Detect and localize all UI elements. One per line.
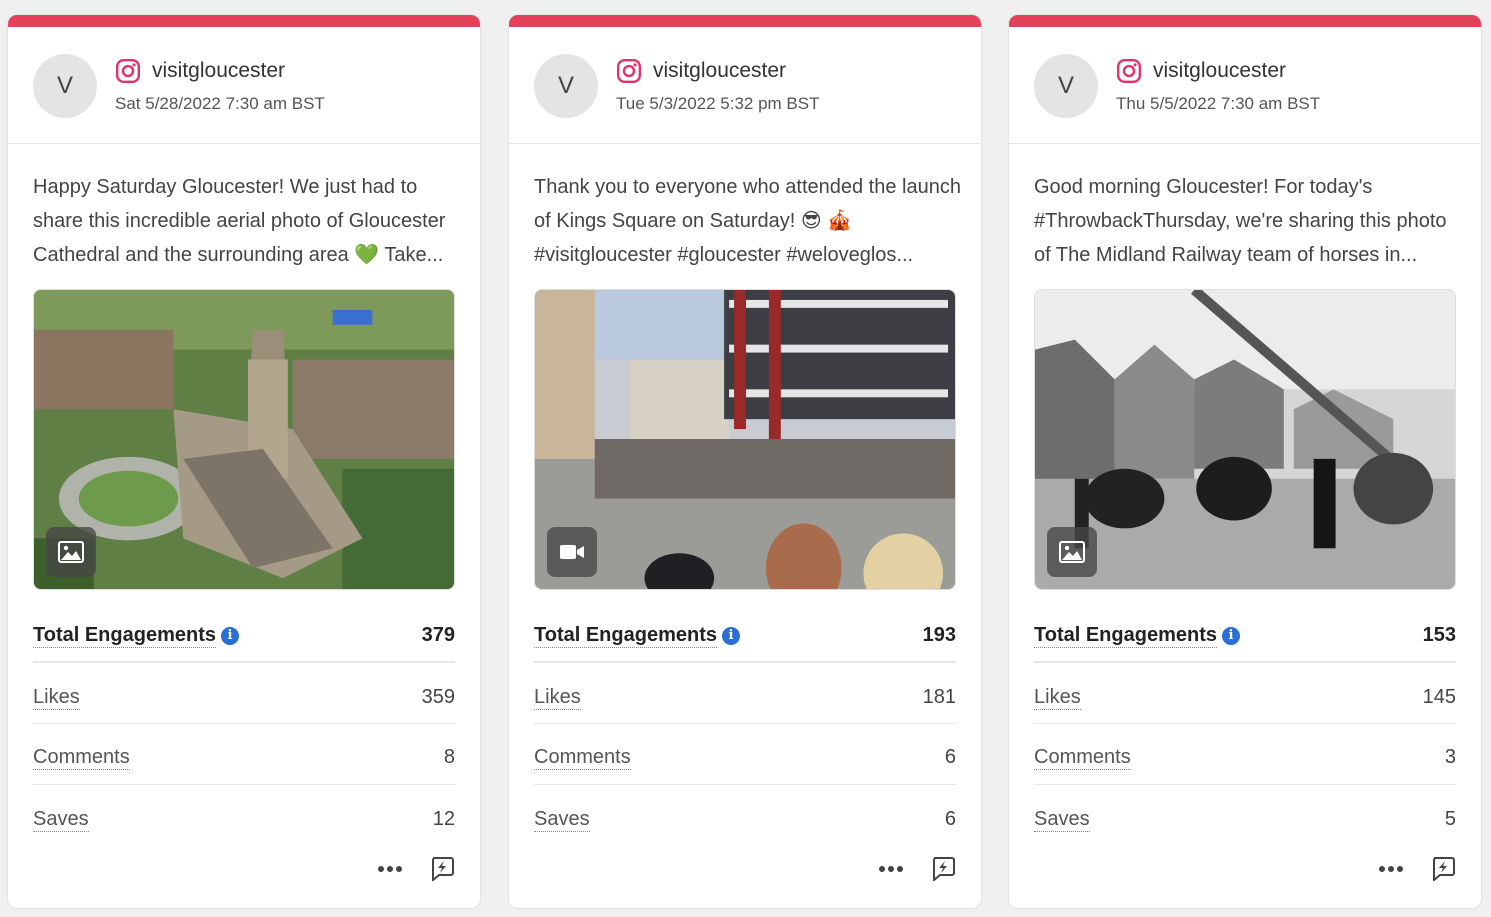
boost-post-icon[interactable] — [930, 855, 956, 881]
likes-row: Likes 359 — [33, 685, 455, 715]
saves-row: Saves 5 — [1034, 807, 1456, 837]
post-cards-grid: V visitgloucester Sat 5/28/2022 7:30 am … — [0, 0, 1491, 917]
likes-value: 145 — [1422, 686, 1456, 708]
saves-label[interactable]: Saves — [534, 807, 590, 832]
kings-square-video-thumbnail — [535, 290, 955, 589]
comments-row: Comments 3 — [1034, 745, 1456, 775]
likes-label[interactable]: Likes — [1034, 685, 1081, 710]
post-header: V visitgloucester Thu 5/5/2022 7:30 am B… — [1009, 27, 1481, 144]
accent-bar — [8, 15, 480, 27]
saves-value: 5 — [1444, 808, 1456, 830]
total-engagements-value: 153 — [1422, 624, 1456, 646]
post-date: Sat 5/28/2022 7:30 am BST — [115, 94, 325, 113]
account-name[interactable]: visitgloucester — [1153, 59, 1286, 83]
boost-post-icon[interactable] — [1430, 855, 1456, 881]
post-date: Thu 5/5/2022 7:30 am BST — [1116, 94, 1321, 113]
comments-row: Comments 8 — [33, 745, 455, 775]
saves-label[interactable]: Saves — [1034, 807, 1090, 832]
total-engagements-label[interactable]: Total Engagements — [33, 623, 216, 648]
post-header: V visitgloucester Sat 5/28/2022 7:30 am … — [8, 27, 480, 144]
more-options-icon[interactable] — [1379, 863, 1407, 875]
image-icon — [1059, 541, 1085, 563]
post-caption: Good morning Gloucester! For today's #Th… — [1034, 176, 1447, 266]
saves-value: 6 — [944, 808, 956, 830]
post-caption: Thank you to everyone who attended the l… — [534, 176, 961, 266]
divider — [1034, 723, 1456, 724]
post-header: V visitgloucester Tue 5/3/2022 5:32 pm B… — [509, 27, 981, 144]
likes-row: Likes 145 — [1034, 685, 1456, 715]
divider — [33, 723, 455, 724]
aerial-cathedral-photo — [34, 290, 454, 589]
post-media-video[interactable] — [534, 289, 956, 590]
saves-row: Saves 6 — [534, 807, 956, 837]
total-engagements-row: Total Engagements i 193 — [534, 623, 956, 653]
info-icon[interactable]: i — [221, 627, 239, 645]
comments-label[interactable]: Comments — [534, 745, 631, 770]
comments-label[interactable]: Comments — [1034, 745, 1131, 770]
account-name[interactable]: visitgloucester — [653, 59, 786, 83]
likes-label[interactable]: Likes — [33, 685, 80, 710]
total-engagements-row: Total Engagements i 153 — [1034, 623, 1456, 653]
likes-label[interactable]: Likes — [534, 685, 581, 710]
saves-value: 12 — [432, 808, 455, 830]
total-engagements-label[interactable]: Total Engagements — [1034, 623, 1217, 648]
instagram-icon — [1116, 58, 1142, 84]
likes-row: Likes 181 — [534, 685, 956, 715]
saves-label[interactable]: Saves — [33, 807, 89, 832]
divider — [534, 661, 956, 663]
avatar[interactable]: V — [33, 54, 97, 118]
divider — [1034, 784, 1456, 785]
post-card[interactable]: V visitgloucester Tue 5/3/2022 5:32 pm B… — [508, 14, 982, 909]
info-icon[interactable]: i — [1222, 627, 1240, 645]
avatar[interactable]: V — [534, 54, 598, 118]
image-type-badge — [46, 527, 96, 577]
image-type-badge — [1047, 527, 1097, 577]
boost-post-icon[interactable] — [429, 855, 455, 881]
comments-label[interactable]: Comments — [33, 745, 130, 770]
video-camera-icon — [560, 545, 584, 559]
divider — [1034, 661, 1456, 663]
post-card[interactable]: V visitgloucester Thu 5/5/2022 7:30 am B… — [1008, 14, 1482, 909]
likes-value: 359 — [421, 686, 455, 708]
total-engagements-value: 379 — [421, 624, 455, 646]
total-engagements-row: Total Engagements i 379 — [33, 623, 455, 653]
account-name[interactable]: visitgloucester — [152, 59, 285, 83]
divider — [534, 723, 956, 724]
video-type-badge — [547, 527, 597, 577]
comments-value: 6 — [944, 746, 956, 768]
image-icon — [58, 541, 84, 563]
post-media-image[interactable] — [33, 289, 455, 590]
post-media-image[interactable] — [1034, 289, 1456, 590]
more-options-icon[interactable] — [879, 863, 907, 875]
divider — [534, 784, 956, 785]
avatar[interactable]: V — [1034, 54, 1098, 118]
more-options-icon[interactable] — [378, 863, 406, 875]
likes-value: 181 — [922, 686, 956, 708]
total-engagements-label[interactable]: Total Engagements — [534, 623, 717, 648]
comments-value: 8 — [443, 746, 455, 768]
saves-row: Saves 12 — [33, 807, 455, 837]
info-icon[interactable]: i — [722, 627, 740, 645]
divider — [33, 784, 455, 785]
accent-bar — [509, 15, 981, 27]
instagram-icon — [616, 58, 642, 84]
instagram-icon — [115, 58, 141, 84]
comments-value: 3 — [1444, 746, 1456, 768]
comments-row: Comments 6 — [534, 745, 956, 775]
post-caption: Happy Saturday Gloucester! We just had t… — [33, 176, 446, 266]
post-card[interactable]: V visitgloucester Sat 5/28/2022 7:30 am … — [7, 14, 481, 909]
accent-bar — [1009, 15, 1481, 27]
total-engagements-value: 193 — [922, 624, 956, 646]
post-date: Tue 5/3/2022 5:32 pm BST — [616, 94, 820, 113]
divider — [33, 661, 455, 663]
historic-horses-photo — [1035, 290, 1455, 589]
